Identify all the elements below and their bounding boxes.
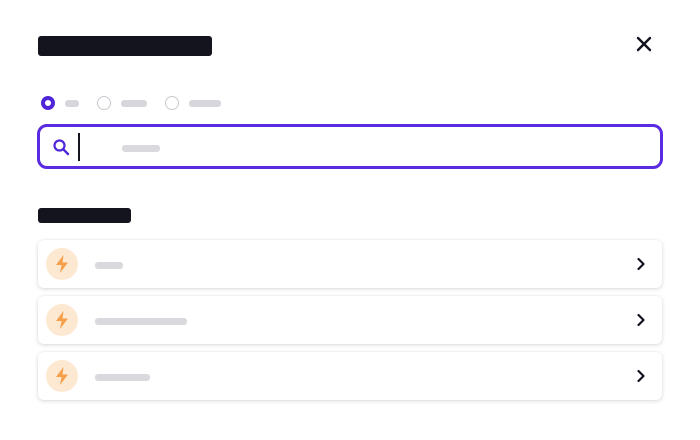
search-box[interactable]: [37, 124, 663, 169]
list-item-label-redacted: [95, 261, 123, 269]
radio-label: [121, 95, 147, 110]
radio-button[interactable]: [165, 95, 179, 110]
section-heading-redacted: [38, 208, 131, 224]
radio-option-3[interactable]: [165, 95, 221, 110]
lightning-icon: [46, 304, 78, 336]
radio-label: [189, 95, 221, 110]
section-heading: [38, 207, 131, 225]
close-button[interactable]: [631, 31, 657, 57]
list-item-label-redacted: [95, 317, 187, 325]
filter-radio-group: [41, 95, 239, 110]
list-item[interactable]: [38, 240, 662, 288]
radio-label-redacted: [121, 100, 147, 108]
radio-label-redacted: [189, 100, 221, 108]
list-item-label-redacted: [95, 373, 150, 381]
radio-option-1[interactable]: [41, 95, 79, 110]
list-item[interactable]: [38, 296, 662, 344]
radio-button[interactable]: [41, 95, 55, 110]
modal-dialog: [0, 0, 700, 440]
search-icon: [52, 138, 70, 156]
list-item-label: [95, 369, 150, 384]
radio-button[interactable]: [97, 95, 111, 110]
modal-title: [38, 32, 212, 58]
lightning-icon: [46, 248, 78, 280]
lightning-icon: [46, 360, 78, 392]
chevron-right-icon: [634, 257, 648, 271]
list-item-label: [95, 313, 187, 328]
radio-label-redacted: [65, 100, 79, 108]
result-list: [38, 240, 662, 408]
search-input[interactable]: [78, 132, 648, 161]
radio-option-2[interactable]: [97, 95, 147, 110]
chevron-right-icon: [634, 369, 648, 383]
list-item[interactable]: [38, 352, 662, 400]
close-icon: [636, 36, 652, 52]
radio-label: [65, 95, 79, 110]
modal-title-redacted: [38, 36, 212, 57]
list-item-label: [95, 257, 123, 272]
chevron-right-icon: [634, 313, 648, 327]
